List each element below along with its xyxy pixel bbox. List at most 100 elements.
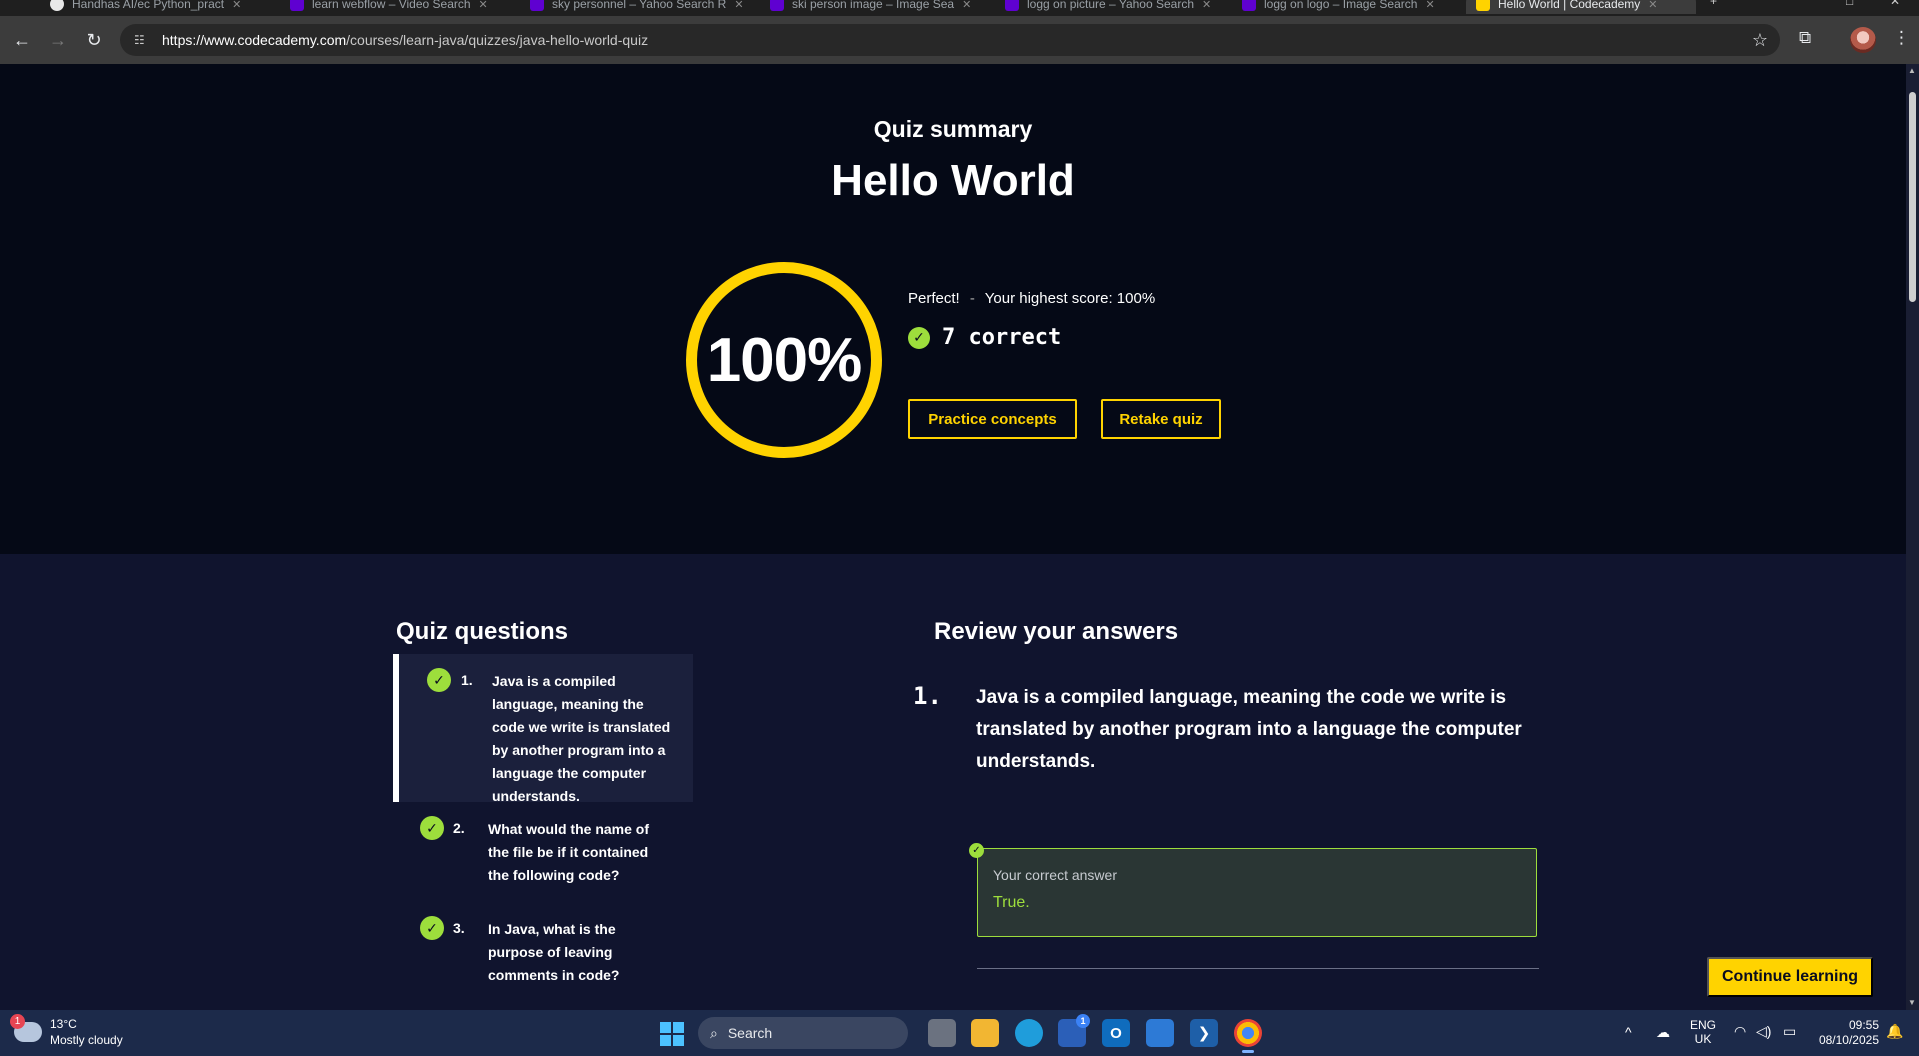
language-code: ENG — [1690, 1018, 1717, 1032]
close-window-icon[interactable]: ✕ — [1890, 0, 1900, 8]
highest-score-text: Your highest score: 100% — [984, 290, 1156, 307]
volume-icon[interactable]: ◁) — [1756, 1023, 1771, 1040]
question-list-item-2[interactable]: ✓ 2. What would the name of the file be … — [393, 802, 693, 902]
correct-answer-card: Your correct answer True. — [977, 848, 1537, 937]
weather-text: 13°C Mostly cloudy — [50, 1016, 123, 1048]
extensions-icon[interactable]: ⧉ — [1799, 28, 1811, 48]
quiz-questions-heading: Quiz questions — [396, 618, 569, 645]
scroll-down-arrow-icon[interactable]: ▼ — [1908, 998, 1916, 1007]
onedrive-icon[interactable]: ☁ — [1656, 1024, 1670, 1041]
check-circle-icon: ✓ — [427, 668, 451, 692]
yahoo-icon — [530, 0, 544, 11]
close-icon[interactable]: ✕ — [734, 0, 743, 11]
wifi-icon[interactable]: ◠ — [1734, 1023, 1746, 1040]
correct-count-text: 7 correct — [942, 325, 1062, 350]
address-bar[interactable]: ☷ https://www.codecademy.com/courses/lea… — [120, 24, 1780, 56]
tab-title: logg on logo – Image Search — [1264, 0, 1418, 11]
clock[interactable]: 09:55 08/10/2025 — [1813, 1018, 1879, 1048]
notification-badge: 1 — [10, 1014, 25, 1029]
reload-icon[interactable]: ↻ — [82, 28, 106, 52]
check-circle-icon: ✓ — [420, 816, 444, 840]
close-icon[interactable]: ✕ — [1648, 0, 1657, 11]
close-icon[interactable]: ✕ — [232, 0, 241, 11]
menu-dots-icon[interactable]: ⋮ — [1893, 28, 1910, 48]
vscode-icon[interactable]: ❯ — [1190, 1019, 1218, 1047]
chevron-up-icon[interactable]: ^ — [1625, 1024, 1632, 1040]
bookmark-star-icon[interactable]: ☆ — [1752, 30, 1768, 51]
language-indicator[interactable]: ENG UK — [1690, 1018, 1716, 1046]
close-icon[interactable]: ✕ — [479, 0, 488, 11]
question-number: 3. — [453, 920, 465, 936]
notification-bell-icon[interactable]: 🔔 — [1886, 1023, 1903, 1040]
browser-toolbar: ← → ↻ ☷ https://www.codecademy.com/cours… — [0, 16, 1919, 64]
check-circle-icon: ✓ — [969, 843, 984, 858]
taskbar-search[interactable]: ⌕ Search — [698, 1017, 908, 1049]
region-code: UK — [1694, 1032, 1712, 1046]
weather-widget[interactable]: 1 13°C Mostly cloudy — [10, 1014, 123, 1048]
review-question-number: 1. — [913, 682, 942, 710]
browser-tab[interactable]: learn webflow – Video Search ✕ — [280, 0, 510, 14]
retake-quiz-button[interactable]: Retake quiz — [1101, 399, 1221, 439]
temperature: 13°C — [50, 1017, 77, 1031]
github-icon — [50, 0, 64, 11]
continue-learning-button[interactable]: Continue learning — [1707, 957, 1873, 997]
yahoo-icon — [290, 0, 304, 11]
task-view-icon[interactable] — [928, 1019, 956, 1047]
file-explorer-icon[interactable] — [971, 1019, 999, 1047]
question-number: 2. — [453, 820, 465, 836]
yahoo-icon — [1005, 0, 1019, 11]
close-icon[interactable]: ✕ — [1425, 0, 1434, 11]
question-list-item-1[interactable]: ✓ 1. Java is a compiled language, meanin… — [393, 654, 693, 804]
profile-avatar[interactable] — [1850, 27, 1876, 53]
outlook-icon[interactable]: O — [1102, 1019, 1130, 1047]
close-icon[interactable]: ✕ — [962, 0, 971, 11]
question-list-item-3[interactable]: ✓ 3. In Java, what is the purpose of lea… — [393, 902, 693, 1002]
microsoft-store-icon[interactable]: 1 — [1058, 1014, 1090, 1047]
answer-label: Your correct answer — [993, 867, 1117, 883]
chrome-icon[interactable] — [1234, 1019, 1262, 1053]
scroll-up-arrow-icon[interactable]: ▲ — [1908, 66, 1916, 75]
tab-title: sky personnel – Yahoo Search R — [552, 0, 727, 11]
yahoo-icon — [770, 0, 784, 11]
quiz-review-section: Quiz questions ✓ 1. Java is a compiled l… — [0, 554, 1906, 1010]
quiz-title: Hello World — [831, 156, 1075, 205]
browser-tab[interactable]: logg on logo – Image Search ✕ — [1232, 0, 1462, 14]
edge-browser-icon[interactable] — [1015, 1019, 1043, 1047]
browser-tab[interactable]: sky personnel – Yahoo Search R ✕ — [520, 0, 750, 14]
quiz-summary-section: Quiz summary Hello World 100% Perfect! -… — [0, 64, 1906, 554]
separator: - — [969, 290, 975, 307]
check-circle-icon: ✓ — [420, 916, 444, 940]
back-arrow-icon[interactable]: ← — [10, 28, 34, 52]
browser-tab-active[interactable]: Hello World | Codecademy ✕ — [1466, 0, 1696, 14]
new-tab-icon[interactable]: + — [1710, 0, 1717, 8]
page-viewport: Quiz summary Hello World 100% Perfect! -… — [0, 64, 1906, 1010]
page-scrollbar[interactable]: ▲ ▼ — [1906, 64, 1919, 1010]
divider — [977, 968, 1539, 969]
forward-arrow-icon[interactable]: → — [46, 28, 70, 52]
browser-tab[interactable]: logg on picture – Yahoo Search ✕ — [995, 0, 1225, 14]
store-badge: 1 — [1076, 1014, 1090, 1028]
search-icon: ⌕ — [710, 1024, 718, 1041]
browser-tab[interactable]: Handhas AI/ec Python_pract ✕ — [40, 0, 270, 14]
url-host: https://www.codecademy.com — [162, 32, 347, 48]
tab-title: ski person image – Image Sea — [792, 0, 955, 11]
review-answers-heading: Review your answers — [934, 618, 1179, 645]
correct-count: ✓ 7 correct — [908, 325, 1061, 350]
question-text: What would the name of the file be if it… — [488, 821, 649, 883]
practice-concepts-button[interactable]: Practice concepts — [908, 399, 1077, 439]
question-text: Java is a compiled language, meaning the… — [492, 673, 671, 804]
scrollbar-thumb[interactable] — [1909, 92, 1916, 302]
windows-start-icon[interactable] — [660, 1022, 684, 1046]
windows-taskbar: 1 13°C Mostly cloudy ⌕ Search 1 O ❯ ^ ☁ … — [0, 1010, 1919, 1056]
answer-value: True. — [993, 894, 1030, 911]
battery-icon[interactable]: ▭ — [1783, 1023, 1796, 1040]
maximize-icon[interactable]: □ — [1846, 0, 1853, 8]
date-text: 08/10/2025 — [1818, 1033, 1879, 1047]
search-label: Search — [727, 1025, 773, 1041]
weather-condition: Mostly cloudy — [50, 1033, 123, 1047]
notepad-icon[interactable] — [1146, 1019, 1174, 1047]
browser-tab[interactable]: ski person image – Image Sea ✕ — [760, 0, 990, 14]
score-percent: 100% — [706, 325, 863, 395]
close-icon[interactable]: ✕ — [1202, 0, 1211, 11]
site-info-icon[interactable]: ☷ — [134, 32, 150, 48]
